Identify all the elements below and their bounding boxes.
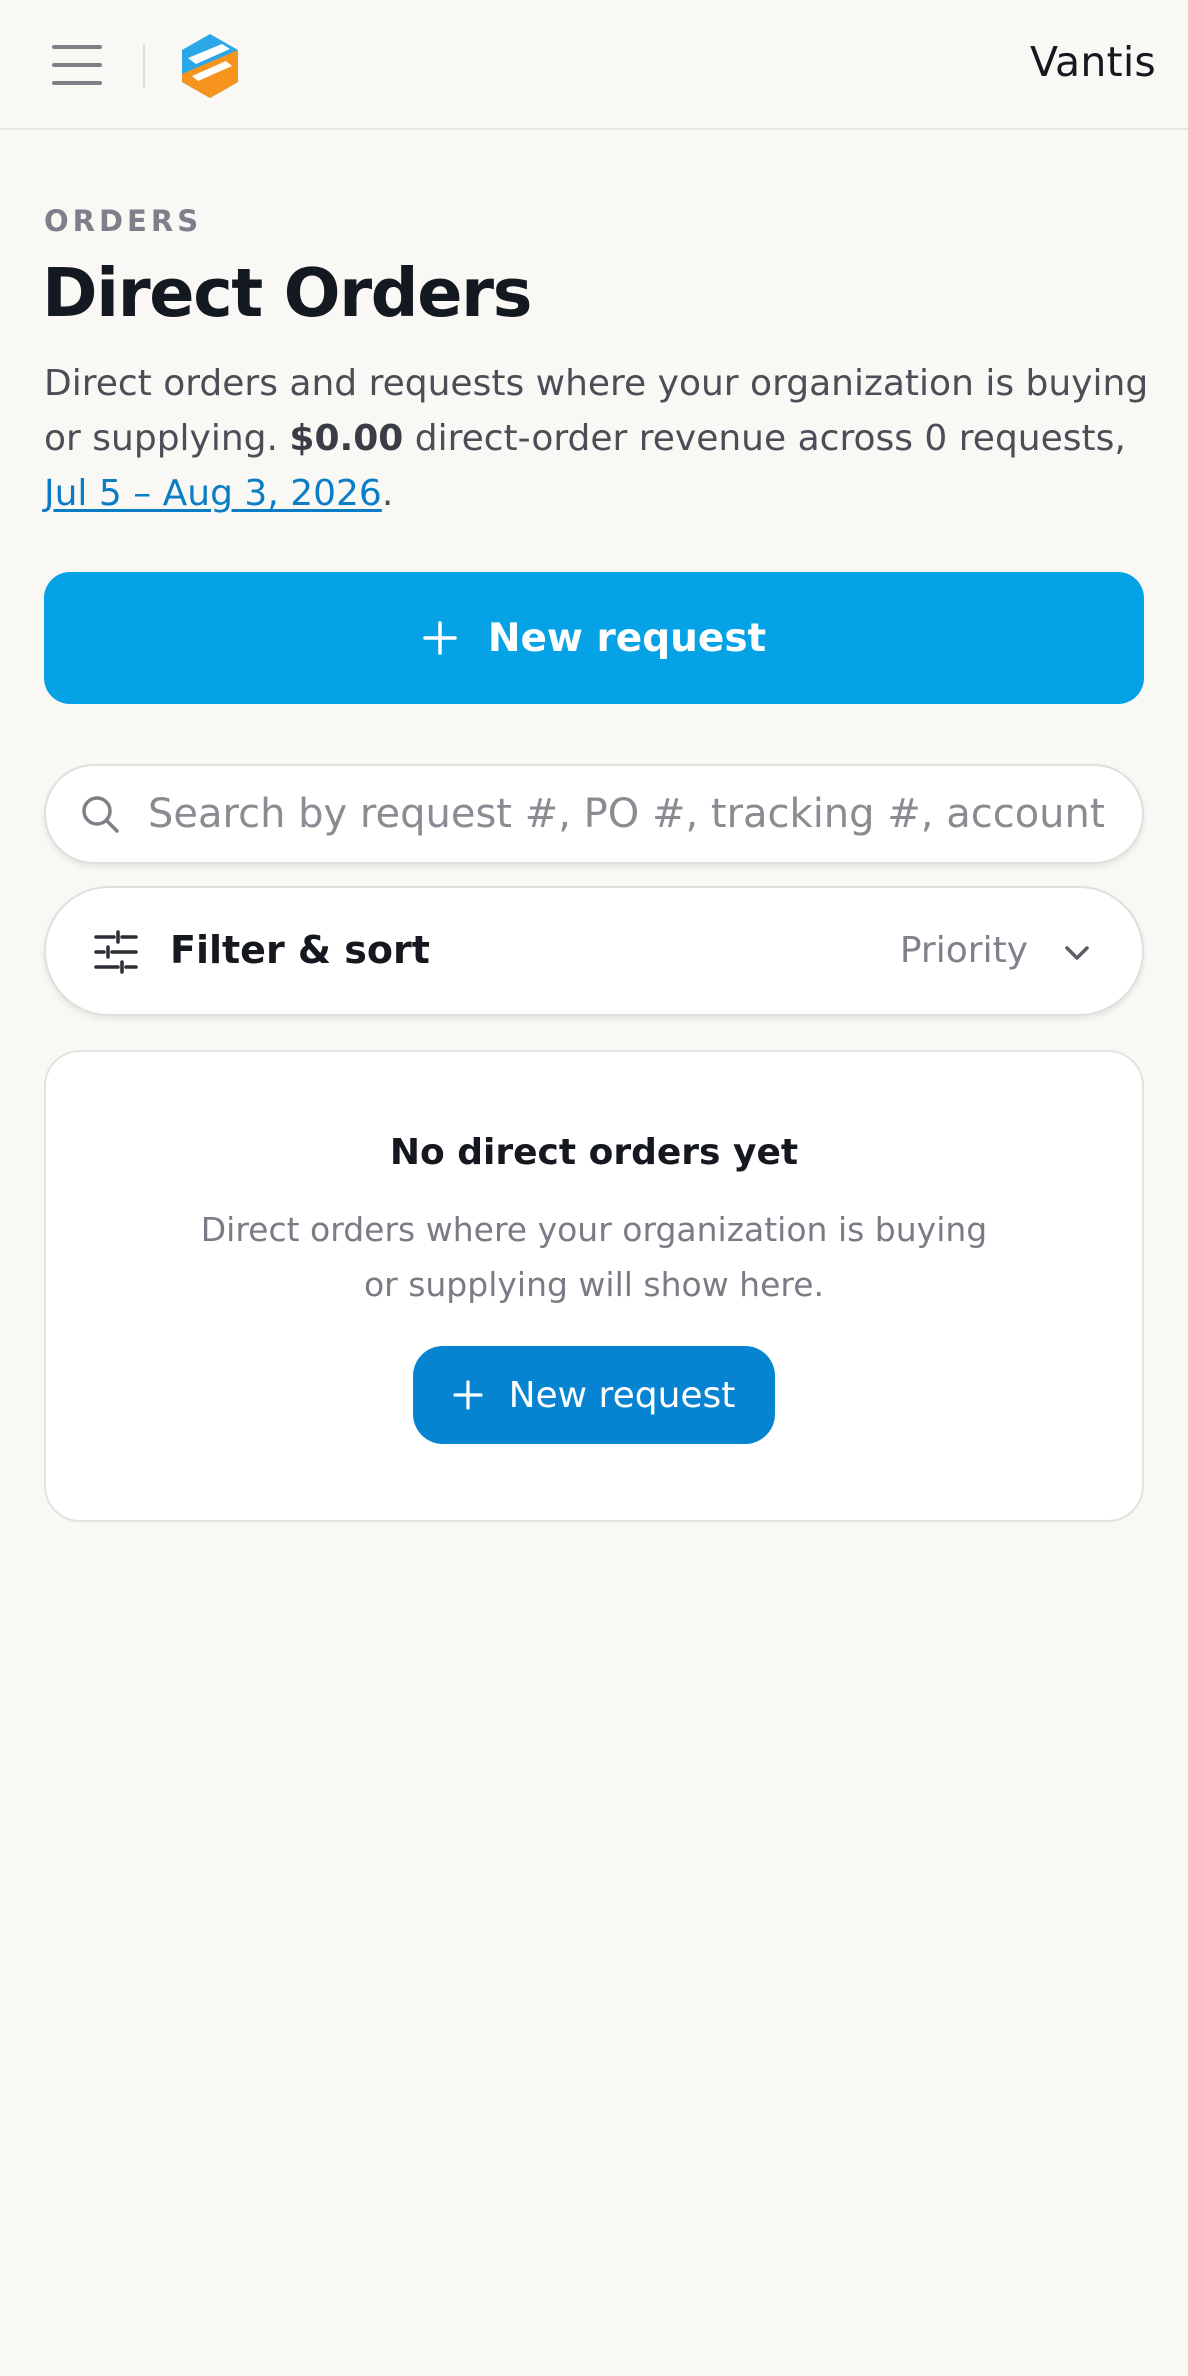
empty-state-button-label: New request: [508, 1374, 736, 1416]
brand-logo-icon[interactable]: [178, 32, 242, 100]
search-icon: [82, 796, 119, 833]
empty-state-new-request-button[interactable]: New request: [413, 1346, 775, 1444]
page-title: Direct Orders: [42, 254, 532, 332]
search-bar[interactable]: [44, 764, 1144, 864]
header-divider: [143, 44, 145, 88]
hamburger-menu-icon[interactable]: [44, 36, 110, 94]
description-suffix: .: [381, 473, 394, 514]
organization-name[interactable]: Vantis: [1030, 38, 1156, 86]
search-input[interactable]: [146, 790, 1106, 838]
new-request-button[interactable]: New request: [44, 572, 1144, 704]
plus-icon: [423, 621, 457, 655]
date-range-link[interactable]: Jul 5 – Aug 3, 2026: [44, 473, 382, 514]
sliders-icon: [94, 930, 138, 974]
sort-value[interactable]: Priority: [900, 930, 1028, 971]
page-description: Direct orders and requests where your or…: [44, 356, 1154, 521]
section-eyebrow: ORDERS: [44, 204, 203, 238]
empty-state-description: Direct orders where your organization is…: [200, 1210, 988, 1304]
revenue-amount: $0.00: [289, 418, 404, 459]
plus-icon: [452, 1380, 483, 1410]
filter-sort-button[interactable]: Filter & sort Priority: [44, 886, 1144, 1016]
top-bar: Vantis: [0, 0, 1188, 130]
filter-sort-label: Filter & sort: [170, 928, 430, 972]
empty-state-card: No direct orders yet Direct orders where…: [44, 1050, 1144, 1522]
new-request-label: New request: [487, 615, 767, 661]
chevron-down-icon[interactable]: [1062, 938, 1092, 968]
description-middle: direct-order revenue across 0 requests,: [403, 418, 1126, 459]
empty-state-title: No direct orders yet: [389, 1132, 799, 1173]
